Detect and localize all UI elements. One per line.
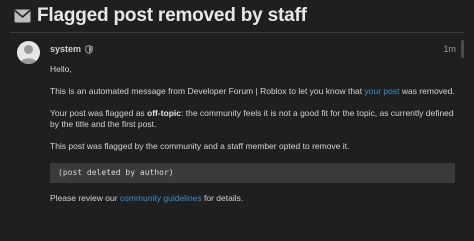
flag-reason-strong: off-topic (147, 108, 182, 118)
scrollbar[interactable] (461, 40, 464, 58)
envelope-icon (14, 9, 31, 23)
community-guidelines-link[interactable]: community guidelines (120, 193, 202, 203)
para2-text-before: Your post was flagged as (50, 108, 148, 118)
post-body: Hello, This is an automated message from… (50, 64, 460, 215)
topic-header: Flagged post removed by staff (14, 4, 307, 28)
post-date[interactable]: 1m (443, 44, 456, 54)
divider (10, 32, 464, 33)
avatar[interactable] (17, 41, 40, 64)
code-block: (post deleted by author) (50, 163, 455, 183)
para4-text-before: Please review our (50, 193, 120, 203)
para1-text-before: This is an automated message from Develo… (50, 86, 365, 96)
topic-title[interactable]: Flagged post removed by staff (37, 5, 307, 27)
paragraph-guidelines: Please review our community guidelines f… (50, 193, 460, 204)
user-avatar-icon (17, 41, 40, 64)
your-post-link[interactable]: your post (365, 86, 400, 96)
paragraph-flag-reason: Your post was flagged as off-topic: the … (50, 108, 460, 130)
paragraph-staff-removal: This post was flagged by the community a… (50, 141, 350, 151)
para1-text-after: was removed. (399, 86, 455, 96)
page: Flagged post removed by staff system 1m … (0, 0, 474, 241)
para4-text-after: for details. (201, 193, 244, 203)
post-meta: system 1m (50, 43, 456, 55)
greeting-text: Hello, (50, 64, 72, 74)
paragraph-automated-message: This is an automated message from Develo… (50, 86, 460, 97)
shield-icon (85, 44, 93, 54)
username[interactable]: system (50, 44, 81, 54)
